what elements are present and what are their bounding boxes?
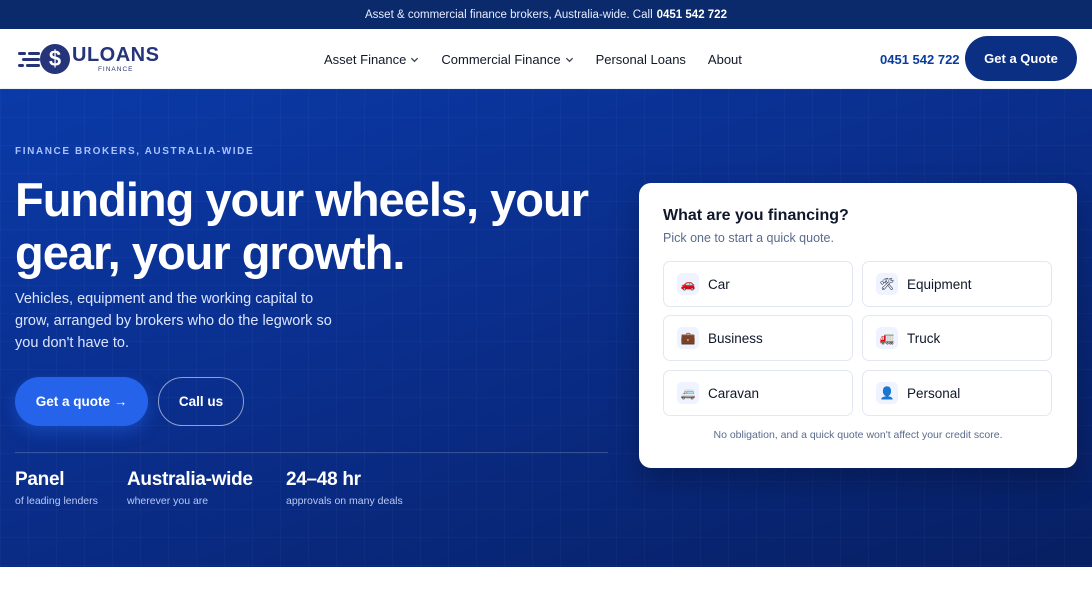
quote-card-note: No obligation, and a quick quote won't a…: [713, 429, 1003, 441]
car-icon: 🚗: [677, 273, 699, 295]
nav-item-personal-loans[interactable]: Personal Loans: [596, 52, 686, 67]
option-truck[interactable]: 🚛 Truck: [862, 315, 1052, 361]
option-personal[interactable]: 👤 Personal: [862, 370, 1052, 416]
logo-mark: $: [16, 42, 70, 76]
logo-tagline: FINANCE: [97, 65, 134, 73]
nav-item-about[interactable]: About: [708, 52, 742, 67]
quote-card-title: What are you financing?: [663, 207, 849, 224]
logo-name: ULOANS: [72, 43, 160, 66]
get-a-quote-button[interactable]: Get a Quote: [965, 36, 1077, 81]
site-header: $ ULOANS FINANCE Asset Finance Commercia…: [0, 29, 1092, 89]
quote-card: What are you financing? Pick one to star…: [639, 183, 1077, 468]
truck-icon: 🚛: [876, 327, 898, 349]
hero-section: FINANCE BROKERS, AUSTRALIA-WIDE Funding …: [0, 89, 1092, 567]
hero-divider: [15, 452, 608, 453]
logo[interactable]: $ ULOANS FINANCE: [16, 40, 172, 78]
hero-subcopy: Vehicles, equipment and the working capi…: [15, 291, 332, 351]
hero-call-us-button[interactable]: Call us: [158, 377, 244, 426]
nav-item-asset-finance[interactable]: Asset Finance: [324, 52, 419, 67]
tools-icon: 🛠: [876, 273, 898, 295]
option-business[interactable]: 💼 Business: [663, 315, 853, 361]
quote-card-subtitle: Pick one to start a quick quote.: [663, 231, 834, 245]
dollar-icon: $: [40, 44, 70, 74]
main-nav: Asset Finance Commercial Finance Persona…: [324, 29, 742, 89]
person-icon: 👤: [876, 382, 898, 404]
announcement-bar: Asset & commercial finance brokers, Aust…: [0, 0, 1092, 29]
header-phone-link[interactable]: 0451 542 722: [880, 29, 960, 89]
announcement-phone-link[interactable]: 0451 542 722: [657, 9, 727, 21]
caravan-icon: 🚐: [677, 382, 699, 404]
option-car[interactable]: 🚗 Car: [663, 261, 853, 307]
stat-coverage: Australia-wide wherever you are: [127, 469, 253, 507]
hero-get-quote-button[interactable]: Get a quote →: [15, 377, 148, 426]
option-equipment[interactable]: 🛠 Equipment: [862, 261, 1052, 307]
chevron-down-icon: [411, 57, 419, 62]
stat-lenders: Panel of leading lenders: [15, 469, 98, 507]
hero-headline: Funding your wheels, your gear, your gro…: [15, 173, 589, 279]
briefcase-icon: 💼: [677, 327, 699, 349]
stat-approvals: 24–48 hr approvals on many deals: [286, 469, 403, 507]
chevron-down-icon: [565, 57, 573, 62]
hero-eyebrow: FINANCE BROKERS, AUSTRALIA-WIDE: [15, 146, 255, 157]
announcement-text: Asset & commercial finance brokers, Aust…: [365, 8, 653, 21]
nav-item-commercial-finance[interactable]: Commercial Finance: [441, 52, 573, 67]
option-caravan[interactable]: 🚐 Caravan: [663, 370, 853, 416]
